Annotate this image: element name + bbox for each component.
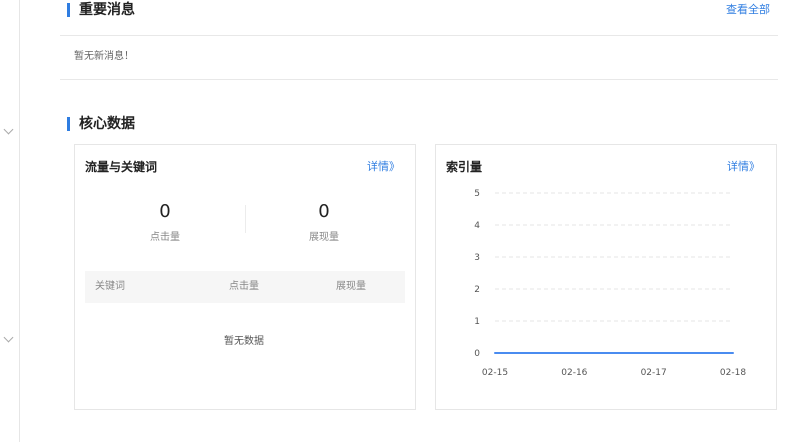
data-point xyxy=(652,352,655,354)
index-volume-card: 索引量 详情》 0 1 2 3 4 5 02-15 02-16 02-17 02-18 xyxy=(435,144,777,410)
column-header-keyword: 关键词 xyxy=(95,281,125,292)
y-tick-label: 4 xyxy=(474,221,480,231)
collapse-arrow-icon[interactable] xyxy=(3,124,14,135)
column-header-impressions: 展现量 xyxy=(336,281,366,292)
x-tick-label: 02-16 xyxy=(561,368,587,378)
clicks-value: 0 xyxy=(159,201,171,222)
index-line-chart: 0 1 2 3 4 5 02-15 02-16 02-17 02-18 xyxy=(474,189,746,378)
left-sidebar xyxy=(0,0,20,442)
keyword-table-header: 关键词 点击量 展现量 xyxy=(85,271,405,303)
core-section-title: 核心数据 xyxy=(79,116,135,132)
x-tick-label: 02-15 xyxy=(482,368,508,378)
x-tick-label: 02-18 xyxy=(720,368,746,378)
traffic-card-title: 流量与关键词 xyxy=(85,160,158,174)
y-tick-label: 2 xyxy=(474,285,480,295)
table-empty-text: 暂无数据 xyxy=(224,336,264,347)
notice-section-title: 重要消息 xyxy=(79,2,135,18)
divider xyxy=(60,35,778,36)
traffic-detail-link[interactable]: 详情》 xyxy=(367,160,400,174)
data-point xyxy=(573,352,576,354)
clicks-label: 点击量 xyxy=(150,232,180,243)
section-marker xyxy=(67,3,70,17)
y-tick-label: 1 xyxy=(474,317,480,327)
column-header-clicks: 点击量 xyxy=(229,281,259,292)
y-tick-label: 3 xyxy=(474,253,480,263)
impressions-label: 展现量 xyxy=(309,232,339,243)
section-marker xyxy=(67,117,70,131)
collapse-arrow-icon[interactable] xyxy=(3,332,14,343)
stat-divider xyxy=(245,205,246,233)
y-tick-label: 5 xyxy=(474,189,480,199)
divider xyxy=(60,79,778,80)
view-all-link[interactable]: 查看全部 xyxy=(726,3,770,17)
data-point xyxy=(732,352,734,354)
data-point xyxy=(494,352,496,354)
traffic-keyword-card: 流量与关键词 详情》 0 点击量 0 展现量 关键词 点击量 展现量 暂无数据 xyxy=(74,144,416,410)
notice-empty-text: 暂无新消息！ xyxy=(74,51,134,62)
impressions-value: 0 xyxy=(318,201,330,222)
x-tick-label: 02-17 xyxy=(641,368,667,378)
y-tick-label: 0 xyxy=(474,349,480,359)
